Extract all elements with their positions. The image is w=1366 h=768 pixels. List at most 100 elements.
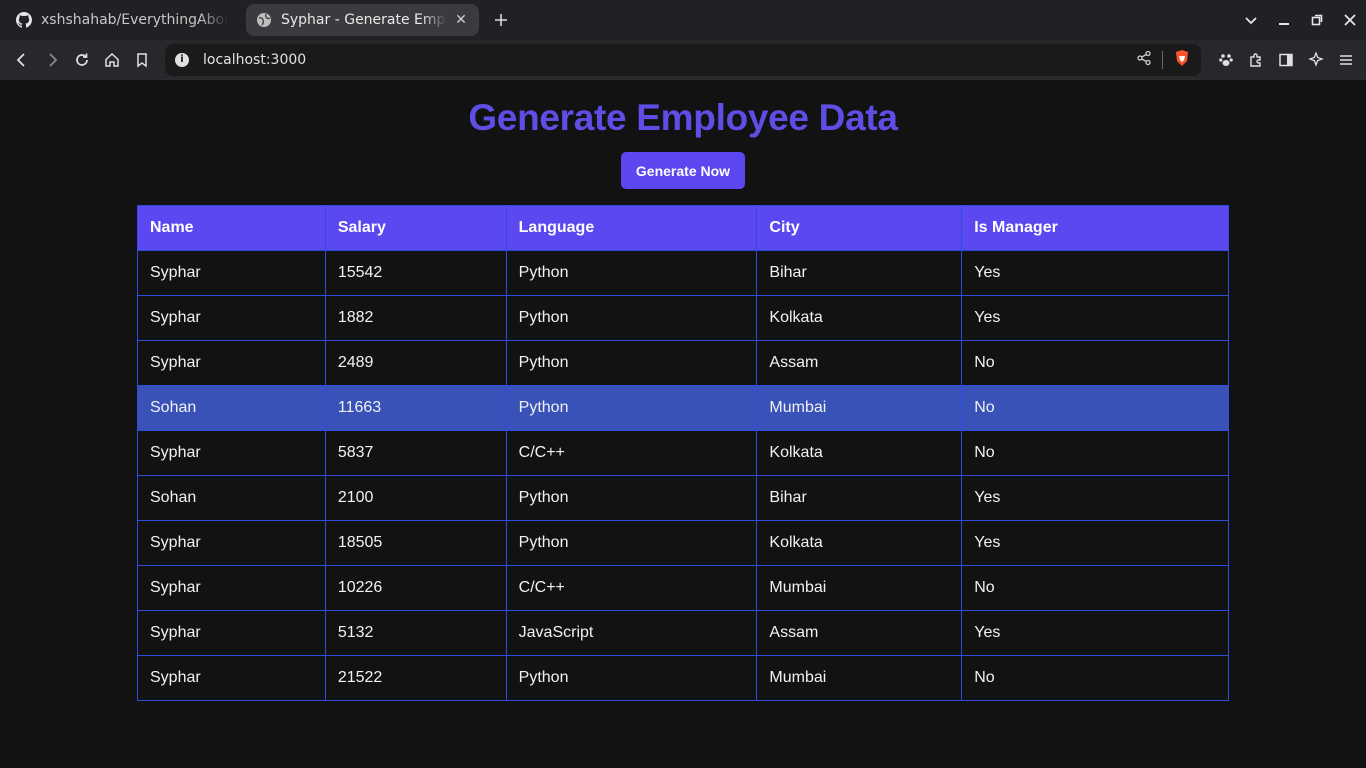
table-row: Syphar 2489 Python Assam No — [137, 340, 1229, 386]
cell-name: Syphar — [137, 565, 326, 611]
table-row: Syphar 18505 Python Kolkata Yes — [137, 520, 1229, 566]
cell-is-manager: Yes — [961, 295, 1229, 341]
leo-ai-icon[interactable] — [1301, 45, 1331, 75]
cell-language: Python — [505, 385, 758, 431]
cell-salary: 10226 — [324, 565, 507, 611]
brave-shields-icon[interactable] — [1173, 49, 1191, 71]
share-icon[interactable] — [1136, 50, 1152, 70]
sidebar-icon[interactable] — [1271, 45, 1301, 75]
column-header-is-manager: Is Manager — [961, 205, 1229, 251]
column-header-language: Language — [505, 205, 758, 251]
restore-icon[interactable] — [1300, 6, 1333, 34]
cell-is-manager: Yes — [961, 610, 1229, 656]
cell-salary: 2489 — [324, 340, 507, 386]
cell-is-manager: Yes — [961, 520, 1229, 566]
close-tab-icon[interactable]: ✕ — [453, 12, 469, 28]
cell-salary: 18505 — [324, 520, 507, 566]
paw-icon[interactable] — [1211, 45, 1241, 75]
cell-name: Syphar — [137, 655, 326, 701]
cell-language: Python — [505, 475, 758, 521]
reload-icon[interactable] — [67, 45, 97, 75]
cell-language: JavaScript — [505, 610, 758, 656]
cell-city: Kolkata — [756, 520, 963, 566]
menu-icon[interactable] — [1331, 45, 1361, 75]
cell-city: Assam — [756, 340, 963, 386]
table-row: Sohan 2100 Python Bihar Yes — [137, 475, 1229, 521]
cell-language: Python — [505, 295, 758, 341]
cell-is-manager: Yes — [961, 475, 1229, 521]
cell-name: Syphar — [137, 430, 326, 476]
tab-title: xshshahab/EverythingAbout — [41, 12, 228, 28]
cell-is-manager: No — [961, 430, 1229, 476]
cell-name: Syphar — [137, 340, 326, 386]
browser-tab-active[interactable]: Syphar - Generate Emplo ✕ — [246, 4, 479, 36]
cell-language: Python — [505, 520, 758, 566]
globe-icon — [256, 12, 272, 28]
cell-language: Python — [505, 655, 758, 701]
home-icon[interactable] — [97, 45, 127, 75]
minimize-icon[interactable] — [1267, 6, 1300, 34]
cell-city: Kolkata — [756, 295, 963, 341]
github-icon — [16, 12, 32, 28]
cell-salary: 15542 — [324, 250, 507, 296]
column-header-name: Name — [137, 205, 326, 251]
cell-is-manager: No — [961, 565, 1229, 611]
bookmark-icon[interactable] — [127, 45, 157, 75]
cell-name: Sohan — [137, 475, 326, 521]
extensions-area — [1211, 45, 1361, 75]
cell-name: Syphar — [137, 520, 326, 566]
cell-is-manager: No — [961, 385, 1229, 431]
url-text[interactable]: localhost:3000 — [203, 52, 306, 68]
cell-city: Bihar — [756, 250, 963, 296]
cell-city: Mumbai — [756, 655, 963, 701]
table-row: Syphar 5132 JavaScript Assam Yes — [137, 610, 1229, 656]
address-bar[interactable]: i localhost:3000 — [165, 43, 1201, 76]
close-window-icon[interactable] — [1333, 6, 1366, 34]
cell-salary: 11663 — [324, 385, 507, 431]
table-row: Syphar 5837 C/C++ Kolkata No — [137, 430, 1229, 476]
cell-city: Bihar — [756, 475, 963, 521]
browser-toolbar: i localhost:3000 — [0, 40, 1366, 80]
cell-city: Assam — [756, 610, 963, 656]
cell-salary: 5837 — [324, 430, 507, 476]
cell-is-manager: Yes — [961, 250, 1229, 296]
tab-strip: xshshahab/EverythingAbout Syphar - Gener… — [0, 0, 1366, 40]
page-content: Generate Employee Data Generate Now Name… — [0, 81, 1366, 768]
table-row: Syphar 21522 Python Mumbai No — [137, 655, 1229, 701]
site-info-icon[interactable]: i — [175, 52, 189, 67]
cell-name: Syphar — [137, 295, 326, 341]
address-bar-actions — [1136, 44, 1191, 76]
cell-language: Python — [505, 340, 758, 386]
cell-is-manager: No — [961, 655, 1229, 701]
cell-name: Sohan — [137, 385, 326, 431]
browser-tab-github[interactable]: xshshahab/EverythingAbout — [6, 4, 238, 36]
cell-language: Python — [505, 250, 758, 296]
tab-title: Syphar - Generate Emplo — [281, 12, 447, 28]
generate-now-button[interactable]: Generate Now — [621, 152, 745, 189]
new-tab-icon[interactable] — [487, 6, 515, 34]
page-title: Generate Employee Data — [468, 97, 898, 138]
forward-icon[interactable] — [37, 45, 67, 75]
back-icon[interactable] — [7, 45, 37, 75]
column-header-salary: Salary — [324, 205, 507, 251]
table-row: Syphar 1882 Python Kolkata Yes — [137, 295, 1229, 341]
table-row: Syphar 15542 Python Bihar Yes — [137, 250, 1229, 296]
cell-language: C/C++ — [505, 565, 758, 611]
table-row: Sohan 11663 Python Mumbai No — [137, 385, 1229, 431]
cell-city: Mumbai — [756, 565, 963, 611]
column-header-city: City — [756, 205, 963, 251]
cell-salary: 2100 — [324, 475, 507, 521]
table-header-row: Name Salary Language City Is Manager — [137, 205, 1229, 251]
divider — [1162, 50, 1163, 69]
cell-salary: 21522 — [324, 655, 507, 701]
cell-language: C/C++ — [505, 430, 758, 476]
cell-city: Kolkata — [756, 430, 963, 476]
tab-search-chevron-icon[interactable] — [1234, 6, 1267, 34]
cell-city: Mumbai — [756, 385, 963, 431]
cell-name: Syphar — [137, 250, 326, 296]
extensions-puzzle-icon[interactable] — [1241, 45, 1271, 75]
window-controls — [1234, 0, 1366, 40]
cell-name: Syphar — [137, 610, 326, 656]
cell-salary: 5132 — [324, 610, 507, 656]
cell-salary: 1882 — [324, 295, 507, 341]
